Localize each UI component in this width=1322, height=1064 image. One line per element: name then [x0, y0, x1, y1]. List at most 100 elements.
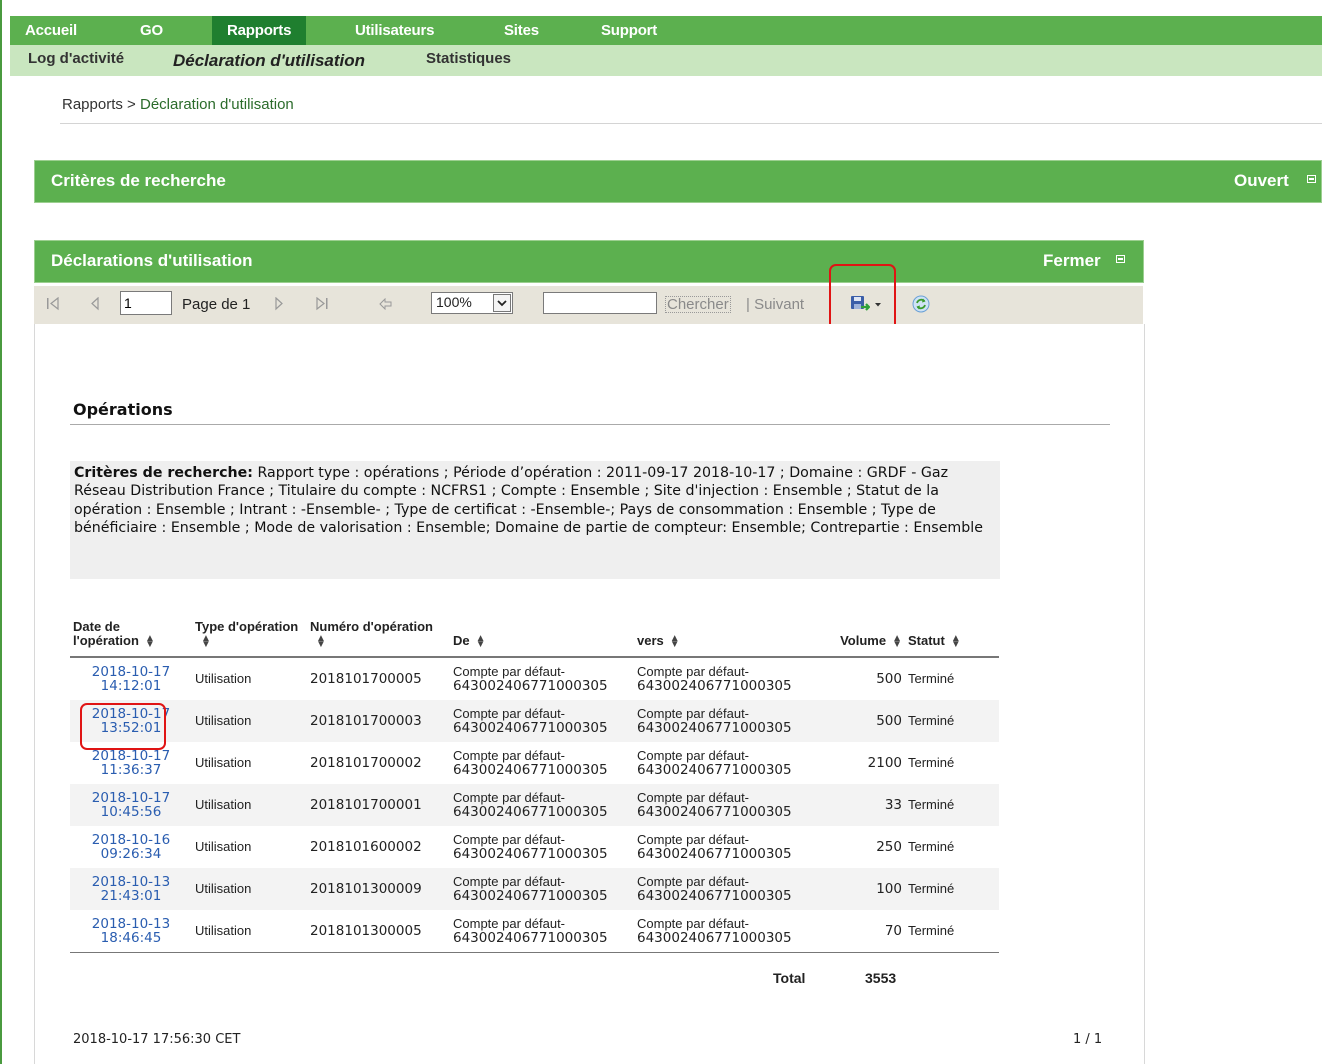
from-account: Compte par défaut- 643002406771000305	[453, 748, 608, 778]
col-number-header[interactable]: Numéro d'opération▲ ▼	[307, 620, 450, 658]
status: Terminé	[905, 910, 999, 953]
to-account: Compte par défaut- 643002406771000305	[634, 910, 814, 953]
breadcrumb-separator: >	[127, 96, 136, 113]
table-row: 2018-10-17 14:12:01 Utilisation 201810170…	[70, 657, 999, 700]
search-criteria-panel-header[interactable]: Critères de recherche Ouvert	[34, 160, 1322, 203]
operation-number: 2018101700002	[310, 755, 422, 771]
col-volume-header[interactable]: Volume ▲ ▼	[814, 620, 905, 658]
to-account: Compte par défaut- 643002406771000305	[637, 748, 792, 778]
operation-number: 2018101300009	[307, 868, 450, 910]
table-row: 2018-10-13 21:43:01 Utilisation 201810130…	[70, 868, 999, 910]
criteria-label: Critères de recherche:	[74, 465, 253, 481]
status: Terminé	[908, 839, 955, 854]
nav-accueil[interactable]: Accueil	[25, 16, 77, 45]
operation-type: Utilisation	[192, 868, 307, 910]
find-next-link[interactable]: | Suivant	[746, 296, 804, 313]
close-toggle[interactable]: Fermer	[1043, 251, 1101, 271]
results-panel-header: Déclarations d'utilisation Fermer	[34, 240, 1144, 283]
page-indicator: 1 / 1	[1073, 1032, 1103, 1047]
nav-utilisateurs[interactable]: Utilisateurs	[355, 16, 434, 45]
status: Terminé	[905, 868, 999, 910]
sort-icon[interactable]: ▲ ▼	[145, 633, 155, 649]
operation-date-link[interactable]: 2018-10-16 09:26:34	[70, 826, 192, 868]
previous-page-icon[interactable]	[90, 297, 100, 311]
breadcrumb-divider	[60, 123, 1322, 124]
find-button[interactable]: Chercher	[665, 296, 731, 313]
page-count-label: Page de 1	[182, 296, 251, 313]
from-account: Compte par défaut- 643002406771000305	[450, 868, 634, 910]
subnav-declaration-utilisation[interactable]: Déclaration d'utilisation	[173, 51, 365, 71]
table-row: 2018-10-17 10:45:56 Utilisation 201810170…	[70, 784, 999, 826]
nav-sites[interactable]: Sites	[504, 16, 539, 45]
operations-table: Date de l'opération ▲ ▼ Type d'opération▲ ▼…	[70, 620, 999, 953]
sub-nav: Log d'activité Déclaration d'utilisation…	[10, 45, 1322, 76]
breadcrumb-rapports[interactable]: Rapports	[62, 96, 123, 113]
operation-date-link[interactable]: 2018-10-17 10:45:56	[70, 784, 192, 826]
first-page-icon[interactable]	[46, 297, 60, 311]
search-criteria-title: Critères de recherche	[51, 171, 226, 190]
col-status-header[interactable]: Statut ▲ ▼	[905, 620, 999, 658]
subnav-statistiques[interactable]: Statistiques	[426, 50, 511, 67]
to-account: Compte par défaut- 643002406771000305	[637, 664, 792, 694]
last-page-icon[interactable]	[315, 297, 331, 311]
next-page-icon[interactable]	[274, 297, 284, 311]
zoom-value: 100%	[436, 294, 472, 310]
operation-date-link[interactable]: 2018-10-13 18:46:45	[70, 910, 192, 953]
operation-date-link[interactable]: 2018-10-13 21:43:01	[70, 868, 192, 910]
zoom-select[interactable]: 100%	[431, 292, 513, 314]
sort-icon[interactable]: ▲ ▼	[670, 633, 680, 649]
status: Terminé	[908, 671, 955, 686]
refresh-icon[interactable]	[912, 295, 930, 313]
nav-rapports[interactable]: Rapports	[212, 16, 307, 45]
collapse-icon[interactable]	[1116, 255, 1125, 263]
expand-icon[interactable]	[1307, 175, 1316, 183]
report-toolbar: Page de 1 100% Chercher | Suivant	[34, 286, 1143, 325]
col-from-header[interactable]: De ▲ ▼	[450, 620, 634, 658]
nav-support[interactable]: Support	[601, 16, 657, 45]
breadcrumb: Rapports > Déclaration d'utilisation	[62, 96, 294, 113]
table-row: 2018-10-17 13:52:01 Utilisation 201810170…	[70, 700, 999, 742]
from-account: Compte par défaut- 643002406771000305	[453, 832, 608, 862]
operation-type: Utilisation	[195, 671, 252, 686]
from-account: Compte par défaut- 643002406771000305	[450, 910, 634, 953]
open-toggle[interactable]: Ouvert	[1234, 171, 1289, 191]
search-criteria-summary: Critères de recherche: Rapport type : op…	[70, 461, 1000, 579]
sort-icon[interactable]: ▲ ▼	[892, 633, 902, 649]
sort-icon[interactable]: ▲ ▼	[476, 633, 486, 649]
table-header-row: Date de l'opération ▲ ▼ Type d'opération▲ ▼…	[70, 620, 999, 658]
back-icon[interactable]	[379, 298, 393, 310]
from-account: Compte par défaut- 643002406771000305	[453, 664, 608, 694]
volume: 500	[876, 671, 902, 687]
to-account: Compte par défaut- 643002406771000305	[637, 832, 792, 862]
status: Terminé	[908, 755, 955, 770]
table-row: 2018-10-13 18:46:45 Utilisation 201810130…	[70, 910, 999, 953]
operation-type: Utilisation	[192, 784, 307, 826]
page-number-input[interactable]	[120, 291, 172, 315]
nav-go[interactable]: GO	[140, 16, 163, 45]
operation-date-link[interactable]: 2018-10-17 14:12:01	[70, 657, 192, 700]
operation-type: Utilisation	[195, 839, 252, 854]
col-type-header[interactable]: Type d'opération▲ ▼	[192, 620, 307, 658]
col-date-header[interactable]: Date de l'opération ▲ ▼	[70, 620, 192, 658]
volume: 70	[814, 910, 905, 953]
sort-icon[interactable]: ▲ ▼	[316, 633, 326, 649]
date-highlight	[80, 703, 166, 750]
report-title: Opérations	[73, 400, 173, 419]
from-account: Compte par défaut- 643002406771000305	[450, 700, 634, 742]
generated-timestamp: 2018-10-17 17:56:30 CET	[73, 1032, 241, 1047]
from-account: Compte par défaut- 643002406771000305	[450, 784, 634, 826]
volume: 33	[814, 784, 905, 826]
subnav-log-activite[interactable]: Log d'activité	[28, 50, 124, 67]
col-to-header[interactable]: vers ▲ ▼	[634, 620, 814, 658]
to-account: Compte par défaut- 643002406771000305	[634, 868, 814, 910]
sort-icon[interactable]: ▲ ▼	[201, 633, 211, 649]
chevron-down-icon[interactable]	[493, 294, 511, 312]
to-account: Compte par défaut- 643002406771000305	[634, 700, 814, 742]
to-account: Compte par défaut- 643002406771000305	[634, 784, 814, 826]
find-text-input[interactable]	[543, 292, 657, 314]
operation-type: Utilisation	[192, 910, 307, 953]
volume: 100	[814, 868, 905, 910]
volume: 250	[876, 839, 902, 855]
sort-icon[interactable]: ▲ ▼	[951, 633, 961, 649]
main-nav: Accueil GO Rapports Utilisateurs Sites S…	[10, 16, 1322, 45]
